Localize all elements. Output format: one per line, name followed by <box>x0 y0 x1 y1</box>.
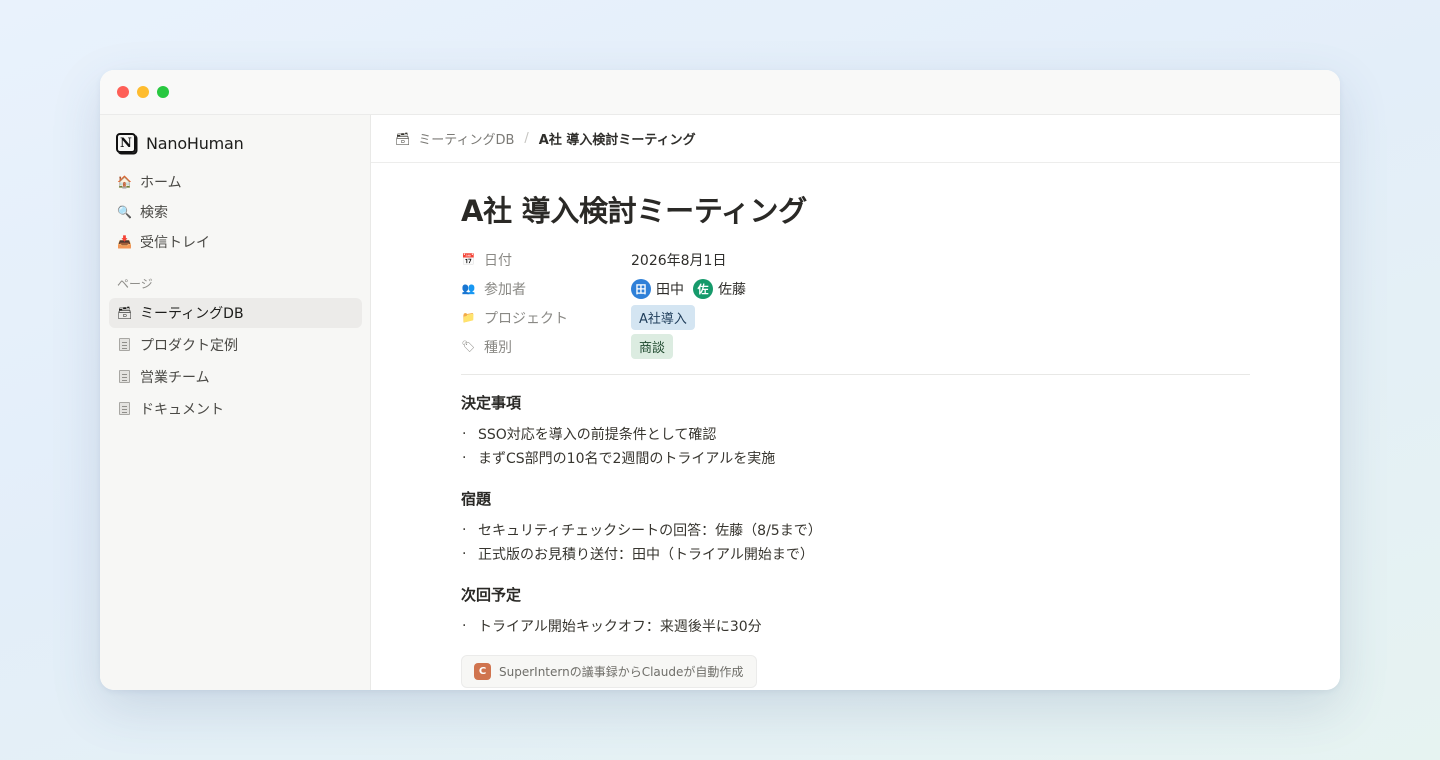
sidebar-item-home[interactable]: 🏠 ホーム <box>109 167 362 197</box>
page-icon <box>117 369 132 385</box>
list-item[interactable]: · SSO対応を導入の前提条件として確認 <box>461 422 1250 446</box>
category-tag[interactable]: 商談 <box>631 334 674 359</box>
auto-generated-text: SuperInternの議事録からClaudeが自動作成 <box>499 665 744 679</box>
property-category[interactable]: 🏷 種別 商談 <box>461 332 1250 361</box>
close-window-button[interactable] <box>117 86 129 98</box>
bullet-dot: · <box>462 546 467 562</box>
sidebar-item-meeting-db[interactable]: 🗃 ミーティングDB <box>109 298 362 328</box>
notion-logo-icon: N <box>116 133 136 153</box>
label-tag-icon: 🏷 <box>461 340 476 353</box>
list-item-text: SSO対応を導入の前提条件として確認 <box>478 427 717 443</box>
bullet-dot: · <box>462 426 467 442</box>
calendar-icon: 📅 <box>461 253 476 266</box>
page-content: A社 導入検討ミーティング 📅 日付 2026年8月1日 👥 参加者 田 田中 … <box>461 163 1250 688</box>
property-value[interactable]: 田 田中 佐 佐藤 <box>631 278 749 299</box>
list-item[interactable]: · トライアル開始キックオフ：来週後半に30分 <box>461 614 1250 638</box>
property-label: プロジェクト <box>484 310 568 327</box>
property-attendees[interactable]: 👥 参加者 田 田中 佐 佐藤 <box>461 274 1250 303</box>
sidebar: N NanoHuman 🏠 ホーム 🔍 検索 📥 受信トレイ ページ 🗃 ミーテ… <box>100 115 371 690</box>
section-heading-decisions[interactable]: 決定事項 <box>461 392 1250 413</box>
sidebar-item-sales-team[interactable]: 営業チーム <box>109 362 362 392</box>
property-label: 参加者 <box>484 281 526 298</box>
minimize-window-button[interactable] <box>137 86 149 98</box>
list-item-text: セキュリティチェックシートの回答：佐藤（8/5まで） <box>478 523 822 539</box>
maximize-window-button[interactable] <box>157 86 169 98</box>
page-icon <box>117 401 132 417</box>
divider <box>461 374 1250 375</box>
inbox-tray-icon: 📥 <box>117 235 132 249</box>
properties-panel: 📅 日付 2026年8月1日 👥 参加者 田 田中 佐 佐藤 📁 プロジェクト … <box>461 245 1250 361</box>
sidebar-item-documents[interactable]: ドキュメント <box>109 394 362 424</box>
people-icon: 👥 <box>461 282 476 295</box>
sidebar-item-label: 受信トレイ <box>140 235 210 251</box>
house-icon: 🏠 <box>117 175 132 189</box>
page-title[interactable]: A社 導入検討ミーティング <box>461 188 1250 228</box>
avatar: 佐 <box>693 278 713 299</box>
pages-section-label: ページ <box>117 277 153 291</box>
app-window: N NanoHuman 🏠 ホーム 🔍 検索 📥 受信トレイ ページ 🗃 ミーテ… <box>100 70 1340 690</box>
property-label: 種別 <box>484 339 512 356</box>
bullet-dot: · <box>462 522 467 538</box>
sidebar-item-label: プロダクト定例 <box>140 338 238 354</box>
bullet-list: · SSO対応を導入の前提条件として確認 · まずCS部門の10名で2週間のトラ… <box>461 422 1250 470</box>
list-item[interactable]: · 正式版のお見積り送付：田中（トライアル開始まで） <box>461 542 1250 566</box>
page-icon <box>117 337 132 353</box>
sidebar-item-label: ミーティングDB <box>140 306 244 322</box>
person-name: 佐藤 <box>718 281 746 298</box>
breadcrumb-current-page[interactable]: A社 導入検討ミーティング <box>539 129 696 148</box>
section-heading-action-items[interactable]: 宿題 <box>461 488 1250 509</box>
list-item-text: まずCS部門の10名で2週間のトライアルを実施 <box>478 451 776 467</box>
list-item-text: 正式版のお見積り送付：田中（トライアル開始まで） <box>478 547 814 563</box>
list-item[interactable]: · セキュリティチェックシートの回答：佐藤（8/5まで） <box>461 518 1250 542</box>
folder-icon: 📁 <box>461 311 476 324</box>
sidebar-item-label: ドキュメント <box>140 402 224 418</box>
project-tag[interactable]: A社導入 <box>631 305 695 330</box>
claude-logo-icon: C <box>474 663 491 680</box>
bullet-dot: · <box>462 618 467 634</box>
breadcrumb-separator: / <box>524 131 529 146</box>
property-label: 日付 <box>484 252 512 269</box>
person-name: 田中 <box>656 281 684 298</box>
auto-generated-note[interactable]: C SuperInternの議事録からClaudeが自動作成 <box>461 655 758 688</box>
person-chip[interactable]: 田 田中 <box>631 278 684 299</box>
breadcrumb: 🗃 ミーティングDB / A社 導入検討ミーティング <box>371 115 1340 163</box>
breadcrumb-parent-link[interactable]: ミーティングDB <box>418 129 514 148</box>
bullet-list: · セキュリティチェックシートの回答：佐藤（8/5まで） · 正式版のお見積り送… <box>461 518 1250 566</box>
sidebar-item-label: ホーム <box>140 175 182 191</box>
avatar: 田 <box>631 278 651 299</box>
person-chip[interactable]: 佐 佐藤 <box>693 278 746 299</box>
property-date[interactable]: 📅 日付 2026年8月1日 <box>461 245 1250 274</box>
bullet-dot: · <box>462 450 467 466</box>
sidebar-item-product-meeting[interactable]: プロダクト定例 <box>109 330 362 360</box>
card-file-box-icon: 🗃 <box>395 131 411 146</box>
main-panel: 🗃 ミーティングDB / A社 導入検討ミーティング A社 導入検討ミーティング… <box>371 115 1340 690</box>
section-heading-next-steps[interactable]: 次回予定 <box>461 584 1250 605</box>
bullet-list: · トライアル開始キックオフ：来週後半に30分 <box>461 614 1250 638</box>
title-bar <box>100 70 1340 115</box>
sidebar-item-label: 営業チーム <box>140 370 210 386</box>
list-item[interactable]: · まずCS部門の10名で2週間のトライアルを実施 <box>461 446 1250 470</box>
list-item-text: トライアル開始キックオフ：来週後半に30分 <box>478 619 762 635</box>
sidebar-item-inbox[interactable]: 📥 受信トレイ <box>109 227 362 257</box>
card-file-box-icon: 🗃 <box>117 306 133 320</box>
workspace-name: NanoHuman <box>146 133 244 153</box>
search-icon: 🔍 <box>117 205 132 219</box>
property-project[interactable]: 📁 プロジェクト A社導入 <box>461 303 1250 332</box>
workspace-switcher[interactable]: N NanoHuman <box>116 133 244 153</box>
sidebar-item-label: 検索 <box>140 205 168 221</box>
property-value[interactable]: 2026年8月1日 <box>631 250 726 270</box>
sidebar-item-search[interactable]: 🔍 検索 <box>109 197 362 227</box>
